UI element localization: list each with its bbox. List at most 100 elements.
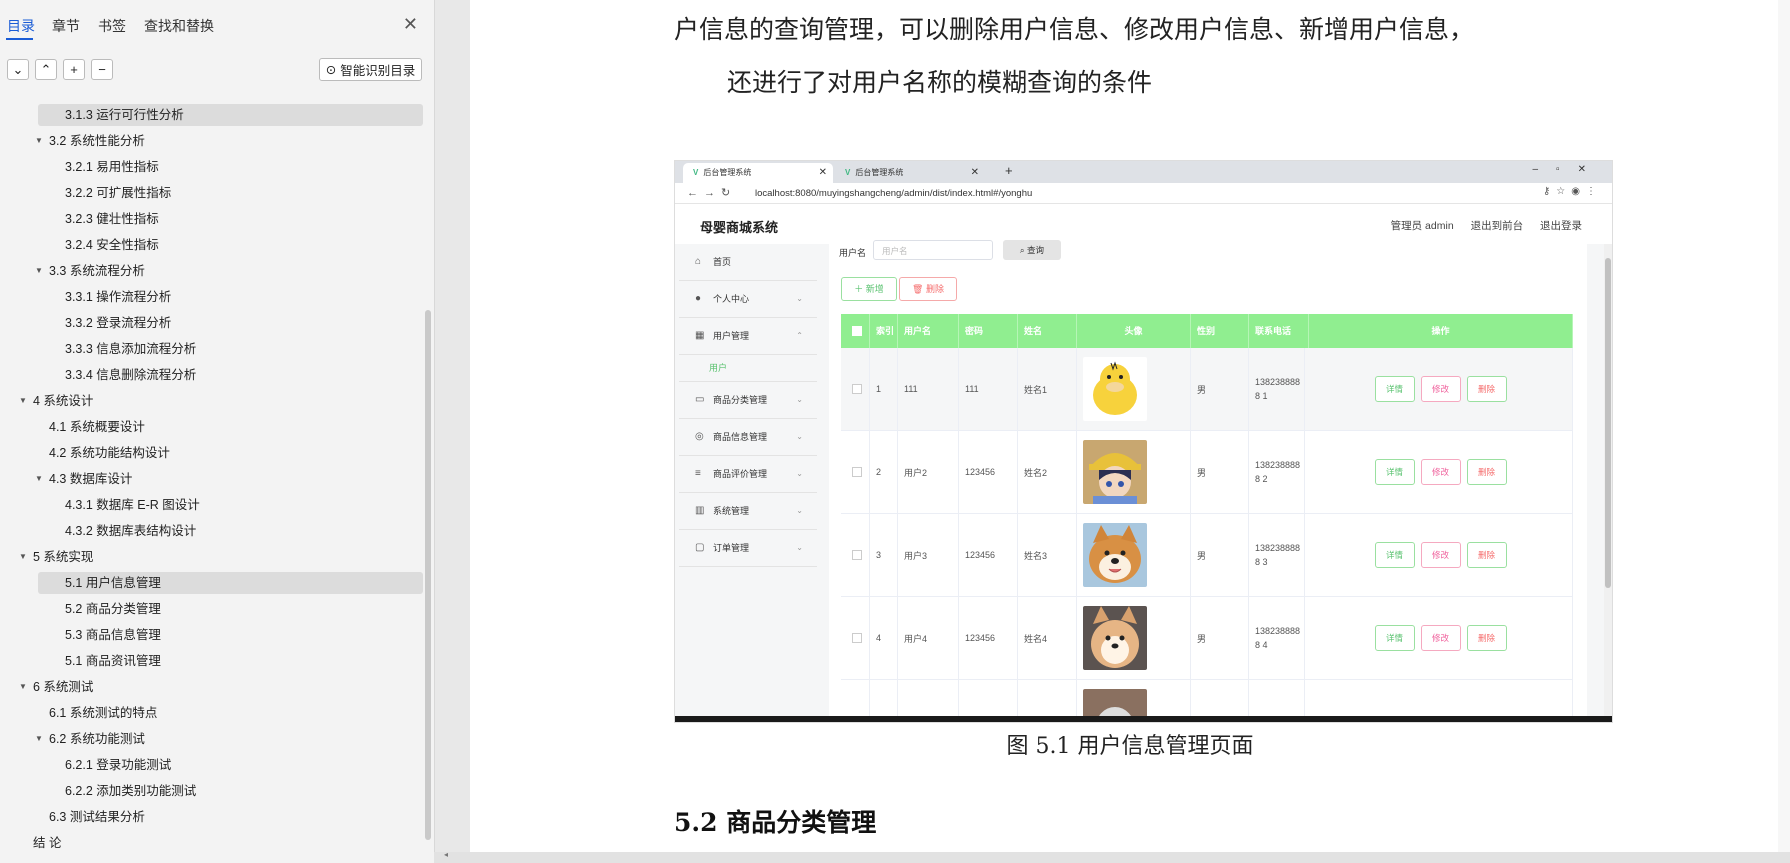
toc-item[interactable]: ▼ 6 系统测试 <box>0 674 424 700</box>
chevron-down-icon: ⌄ <box>796 432 803 441</box>
toc-item[interactable]: 6.1 系统测试的特点 <box>0 700 424 726</box>
caret-down-icon[interactable]: ▼ <box>19 544 27 570</box>
chevron-down-icon: ⌄ <box>796 506 803 515</box>
toc-item[interactable]: 4.2 系统功能结构设计 <box>0 440 424 466</box>
detail-button: 详情 <box>1374 625 1415 651</box>
minus-icon[interactable]: − <box>91 59 113 80</box>
toc-item[interactable]: 3.3.2 登录流程分析 <box>0 310 424 336</box>
cell-username: 用户3 <box>898 514 959 596</box>
cell-name: 姓名2 <box>1018 431 1077 513</box>
sidebar-item: ● 个人中心 ⌄ <box>679 281 817 318</box>
toc-item[interactable]: 3.3.1 操作流程分析 <box>0 284 424 310</box>
scroll-left-icon[interactable]: ◂ <box>444 850 448 859</box>
toc-item-label: 6.2.1 登录功能测试 <box>65 758 172 772</box>
browser-tab-title: 后台管理系统 <box>855 168 904 177</box>
toc-item[interactable]: 3.1.3 运行可行性分析 <box>0 102 424 128</box>
chevron-up-icon[interactable]: ⌃ <box>35 59 57 80</box>
page-scrollbar[interactable] <box>1778 0 1790 852</box>
row-checkbox <box>841 514 870 596</box>
paragraph-line-2: 还进行了对用户名称的模糊查询的条件 <box>727 68 1153 97</box>
sliders-icon: ≡ <box>695 468 701 479</box>
vue-logo-icon: V <box>845 168 851 177</box>
tab-chapters[interactable]: 章节 <box>52 16 80 36</box>
caret-down-icon[interactable]: ▼ <box>19 674 27 700</box>
caret-down-icon[interactable]: ▼ <box>35 258 43 284</box>
toc-item-label: 3.2.1 易用性指标 <box>65 160 159 174</box>
toc-item[interactable]: 5.2 商品分类管理 <box>0 596 424 622</box>
row-actions: 详情 修改 删除 <box>1309 514 1573 596</box>
cell-phone: 1382388888 4 <box>1249 597 1305 679</box>
caret-down-icon[interactable]: ▼ <box>35 128 43 154</box>
tab-bookmarks[interactable]: 书签 <box>98 16 126 36</box>
compass-icon: ◎ <box>695 431 704 442</box>
caret-down-icon[interactable]: ▼ <box>19 388 27 414</box>
sidebar-item: ≡ 商品评价管理 ⌄ <box>679 456 817 493</box>
toc-item-label: 4.3.1 数据库 E-R 图设计 <box>65 498 200 512</box>
tab-toc[interactable]: 目录 <box>7 16 35 36</box>
toc-item[interactable]: 5.3 商品信息管理 <box>0 622 424 648</box>
toc-item-label: 5 系统实现 <box>33 550 94 564</box>
detail-button: 详情 <box>1374 542 1415 568</box>
table-row: 1 111 111 姓名1 男 1382388888 1 详情 修改 删除 <box>841 348 1573 431</box>
caret-down-icon[interactable]: ▼ <box>35 726 43 752</box>
chat-icon: ▢ <box>695 542 705 553</box>
toc-item[interactable]: 4.3.1 数据库 E-R 图设计 <box>0 492 424 518</box>
search-icon: ⌕ <box>1019 245 1028 255</box>
horizontal-scrollbar[interactable] <box>434 852 1790 863</box>
tab-find-replace[interactable]: 查找和替换 <box>144 16 214 36</box>
app-body: ⌂ 首页 ● 个人中心 ⌄ ▦ 用户管理 ⌃ 用户 ▭ 商品分类管理 ⌄ ◎ 商品信息管理 ⌄ ≡ 商品评价管理… <box>675 240 1612 722</box>
close-icon: ✕ <box>818 167 827 178</box>
delete-button-label: 删除 <box>925 284 944 294</box>
toc-item[interactable]: 结 论 <box>0 830 424 856</box>
toc-item[interactable]: 4.1 系统概要设计 <box>0 414 424 440</box>
column-header: 操作 <box>1309 314 1573 348</box>
delete-button: 🗑 删除 <box>899 277 957 301</box>
search-input: 用户名 <box>873 240 993 260</box>
select-all-checkbox <box>841 314 870 348</box>
plus-icon[interactable]: + <box>63 59 85 80</box>
app-header-links: 管理员 admin 退出到前台 退出登录 <box>1377 218 1582 233</box>
app-header: 母婴商城系统 管理员 admin 退出到前台 退出登录 <box>675 204 1612 244</box>
close-icon[interactable]: ✕ <box>403 14 418 35</box>
toc-item[interactable]: ▼ 3.2 系统性能分析 <box>0 128 424 154</box>
toc-item[interactable]: 3.3.3 信息添加流程分析 <box>0 336 424 362</box>
toc-item[interactable]: 3.2.1 易用性指标 <box>0 154 424 180</box>
outline-scrollbar[interactable] <box>425 310 431 840</box>
toc-item[interactable]: 3.2.4 安全性指标 <box>0 232 424 258</box>
toc-item[interactable]: ▼ 4 系统设计 <box>0 388 424 414</box>
toc-item[interactable]: 6.2.1 登录功能测试 <box>0 752 424 778</box>
app-main: 用户名 用户名 ⌕ 查询 ＋ 新增 🗑 删除 索引 用户名 密码 姓名 头像 性别 联系电话… <box>829 240 1587 722</box>
toc-item-label: 3.3.3 信息添加流程分析 <box>65 342 197 356</box>
toc-item[interactable]: 3.2.3 健壮性指标 <box>0 206 424 232</box>
toc-item[interactable]: 6.2.2 添加类别功能测试 <box>0 778 424 804</box>
sidebar-item-label: 首页 <box>713 257 732 267</box>
app-scrollbar <box>1604 244 1612 722</box>
sidebar-item: ▭ 商品分类管理 ⌄ <box>679 382 817 419</box>
sidebar-subitem-user: 用户 <box>679 355 817 382</box>
toc-item[interactable]: ▼ 5 系统实现 <box>0 544 424 570</box>
toc-item[interactable]: ▼ 6.2 系统功能测试 <box>0 726 424 752</box>
logout-link: 退出登录 <box>1540 220 1582 232</box>
cell-gender: 男 <box>1191 597 1249 679</box>
taskbar-strip <box>675 716 1612 722</box>
avatar <box>1077 597 1191 679</box>
column-header: 联系电话 <box>1249 314 1309 348</box>
toc-item[interactable]: ▼ 4.3 数据库设计 <box>0 466 424 492</box>
toc-item[interactable]: 4.3.2 数据库表结构设计 <box>0 518 424 544</box>
toc-item-label: 3.3.1 操作流程分析 <box>65 290 172 304</box>
smart-toc-label: 智能识别目录 <box>340 64 416 78</box>
smart-toc-button[interactable]: ⊙ 智能识别目录 <box>319 58 422 81</box>
browser-tab: V 后台管理系统 ✕ <box>835 163 985 183</box>
active-tab-indicator <box>6 38 33 40</box>
sidebar-item-label: 用户管理 <box>713 331 750 341</box>
grid-icon: ▦ <box>695 330 705 341</box>
chevron-down-icon[interactable]: ⌄ <box>7 59 29 80</box>
caret-down-icon[interactable]: ▼ <box>35 466 43 492</box>
toc-item[interactable]: 6.3 测试结果分析 <box>0 804 424 830</box>
toc-item[interactable]: 3.3.4 信息删除流程分析 <box>0 362 424 388</box>
figure-screenshot: V 后台管理系统 ✕ V 后台管理系统 ✕ + –▫✕ ←→↻ localhost:80… <box>674 160 1613 723</box>
toc-item[interactable]: 5.1 用户信息管理 <box>0 570 424 596</box>
toc-item[interactable]: 3.2.2 可扩展性指标 <box>0 180 424 206</box>
toc-item[interactable]: ▼ 3.3 系统流程分析 <box>0 258 424 284</box>
toc-item[interactable]: 5.1 商品资讯管理 <box>0 648 424 674</box>
